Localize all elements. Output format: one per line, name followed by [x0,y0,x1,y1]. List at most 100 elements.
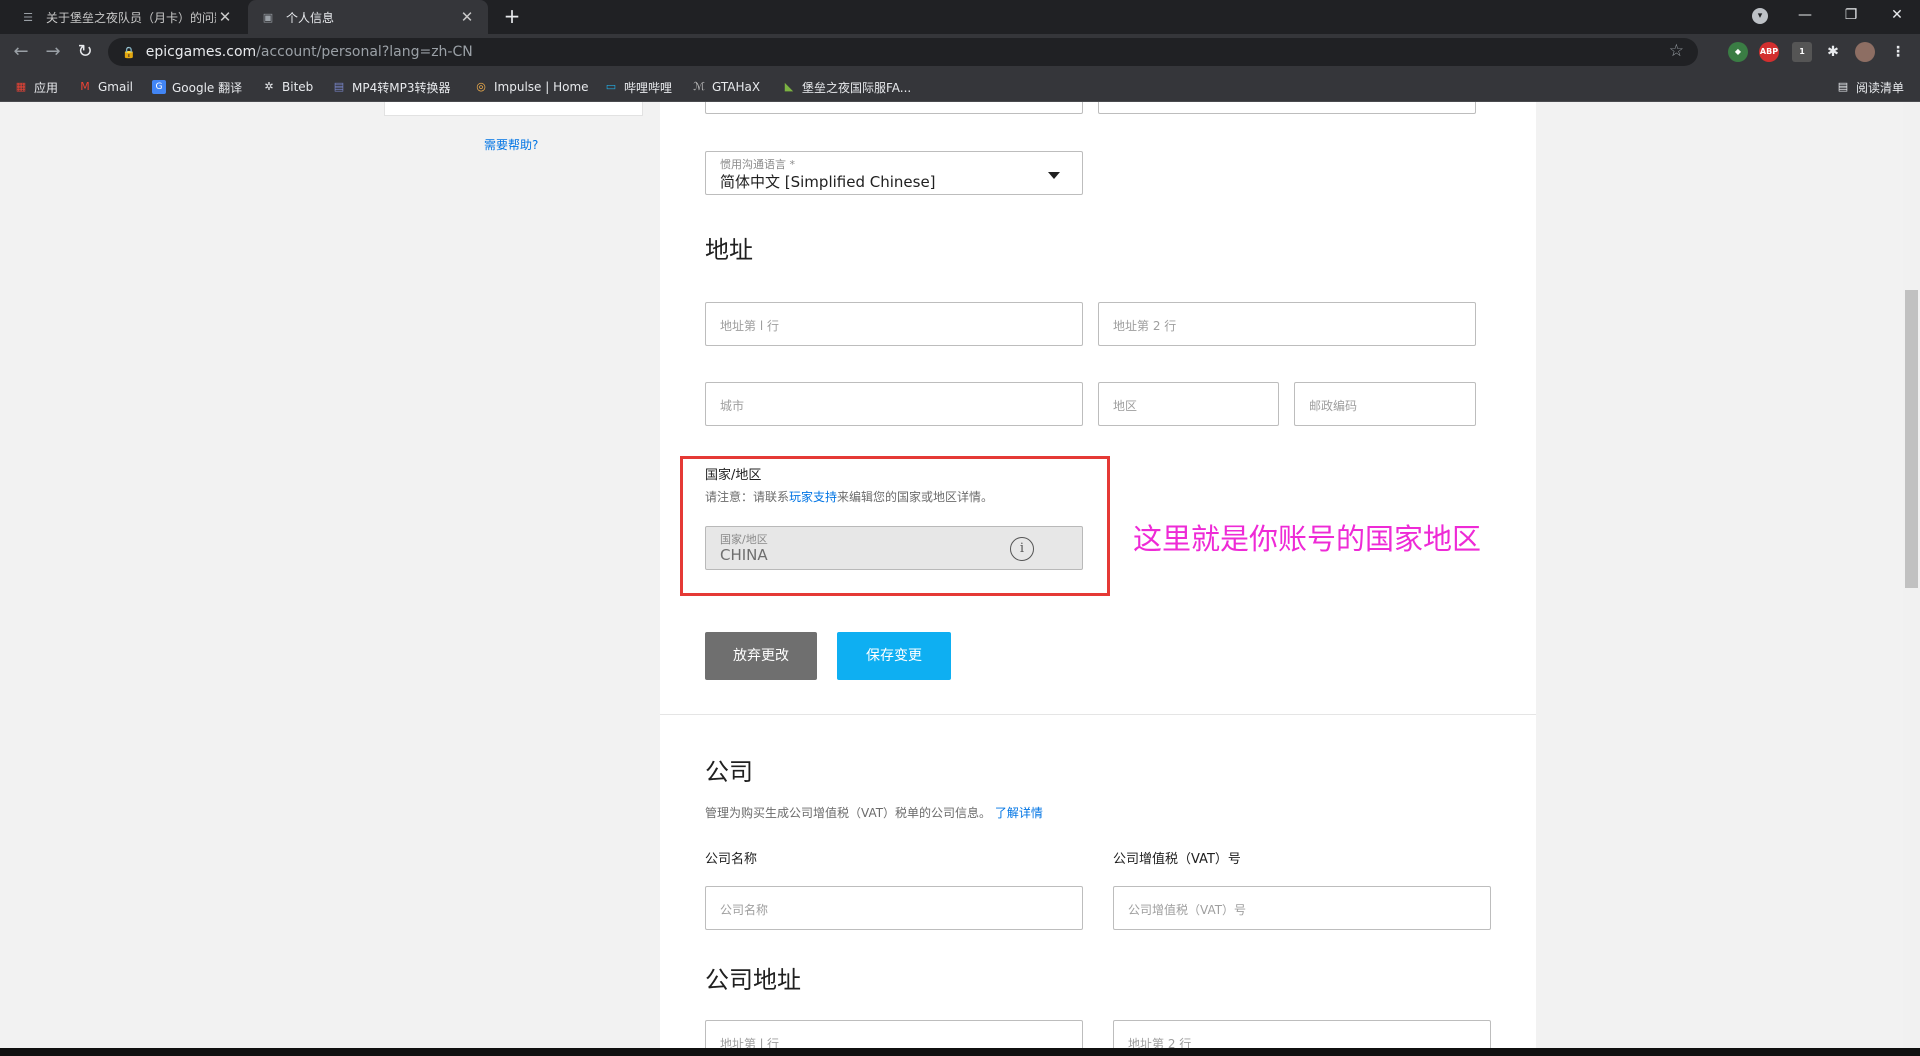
language-select[interactable]: 惯用沟通语言 * 简体中文 [Simplified Chinese] [705,151,1083,195]
gtahax-icon: ℳ [693,80,705,93]
bookmark-impulse[interactable]: ◎ Impulse | Home [474,78,589,96]
bookmark-label: 哔哩哔哩 [624,80,673,95]
company-address-line1-field[interactable]: 地址第 l 行 [705,1020,1083,1048]
language-label: 惯用沟通语言 * [720,158,795,171]
last-name-field[interactable] [1098,102,1476,114]
company-vat-placeholder: 公司增值税（VAT）号 [1128,903,1247,917]
tab-support-question[interactable]: ☰ 关于堡垒之夜队员（月卡）的问题 ✕ [8,0,246,34]
puzzle-icon[interactable]: ✱ [1823,42,1843,62]
help-link[interactable]: 需要帮助? [484,136,538,153]
window-close-icon[interactable]: ✕ [1874,0,1920,30]
bookmark-label: Biteb [282,80,314,94]
postal-code-field[interactable]: 邮政编码 [1294,382,1476,426]
company-vat-label: 公司增值税（VAT）号 [1113,852,1241,867]
bookmark-google-translate[interactable]: G Google 翻译 [152,78,242,96]
gmail-icon: M [80,80,90,93]
list-icon: ☰ [23,10,33,24]
annotation-highlight-box [680,456,1110,596]
taskbar [0,1048,1920,1056]
scrollbar-thumb[interactable] [1905,290,1918,588]
bookmark-label: 应用 [34,80,59,95]
reading-list-label: 阅读清单 [1856,80,1905,95]
close-icon[interactable]: ✕ [216,8,234,26]
tab-personal-info[interactable]: ▣ 个人信息 ✕ [248,0,488,34]
company-name-placeholder: 公司名称 [720,903,769,917]
sidebar-card [384,102,643,116]
page-content: 需要帮助? 惯用沟通语言 * 简体中文 [Simplified Chinese]… [0,102,1903,1048]
fortnite-icon: ◣ [784,80,794,93]
section-divider [660,714,1536,715]
bookmark-label: 堡垒之夜国际服FA... [802,80,912,95]
tab-title: 关于堡垒之夜队员（月卡）的问题 [46,10,216,25]
bookmark-gmail[interactable]: M Gmail [78,78,133,96]
url-path: /account/personal?lang=zh-CN [256,44,473,60]
browser-toolbar: ← → ↻ 🔒 epicgames.com /account/personal?… [0,34,1920,70]
bookmark-label: Impulse | Home [494,80,589,94]
discard-changes-button[interactable]: 放弃更改 [705,632,817,680]
bookmark-apps[interactable]: ▦ 应用 [14,78,58,96]
epic-icon: ▣ [262,10,274,24]
first-name-field[interactable] [705,102,1083,114]
bilibili-icon: ▭ [605,80,617,93]
region-field[interactable]: 地区 [1098,382,1279,426]
address-line1-field[interactable]: 地址第 l 行 [705,302,1083,346]
tab-title: 个人信息 [286,10,335,25]
extension-badge-icon[interactable]: 1 [1792,42,1812,62]
company-title: 公司 [705,758,753,786]
reading-list-icon: ▤ [1837,80,1849,93]
menu-icon[interactable]: ⋮ [1888,42,1908,62]
bookmark-mp4-mp3[interactable]: ▤ MP4转MP3转换器 [332,78,451,96]
company-note-text: 管理为购买生成公司增值税（VAT）税单的公司信息。 [705,806,992,820]
bookmark-label: MP4转MP3转换器 [352,80,451,95]
reading-list[interactable]: ▤ 阅读清单 [1836,78,1904,96]
tab-strip: ☰ 关于堡垒之夜队员（月卡）的问题 ✕ ▣ 个人信息 ✕ + ▾ — ❐ ✕ [0,0,1920,34]
biteb-icon: ✲ [264,80,274,93]
new-tab-button[interactable]: + [500,5,524,29]
company-name-field[interactable]: 公司名称 [705,886,1083,930]
bookmark-biteb[interactable]: ✲ Biteb [262,78,313,96]
bookmarks-bar: ▦ 应用 M Gmail G Google 翻译 ✲ Biteb ▤ MP4转MP3转换器… [0,70,1920,102]
address-title: 地址 [705,236,753,264]
avatar[interactable] [1855,42,1875,62]
extension-icon[interactable]: ◆ [1728,42,1748,62]
bookmark-label: Gmail [98,80,134,94]
url-host: epicgames.com [145,44,257,60]
star-icon[interactable]: ☆ [1669,41,1684,61]
company-vat-field[interactable]: 公司增值税（VAT）号 [1113,886,1491,930]
back-icon[interactable]: ← [8,40,34,64]
bookmark-gtahax[interactable]: ℳ GTAHaX [692,78,760,96]
lock-icon: 🔒 [122,45,136,59]
company-name-label: 公司名称 [705,852,758,867]
bookmark-fortnite-fa[interactable]: ◣ 堡垒之夜国际服FA... [782,78,911,96]
impulse-icon: ◎ [476,80,486,93]
address-bar[interactable]: 🔒 epicgames.com /account/personal?lang=z… [108,38,1698,66]
company-address-line2-field[interactable]: 地址第 2 行 [1113,1020,1491,1048]
annotation-text: 这里就是你账号的国家地区 [1133,522,1482,556]
bookmark-bilibili[interactable]: ▭ 哔哩哔哩 [604,78,672,96]
bookmark-label: Google 翻译 [172,80,243,95]
address-line2-placeholder: 地址第 2 行 [1113,319,1177,333]
forward-icon[interactable]: → [40,40,66,64]
address-line2-field[interactable]: 地址第 2 行 [1098,302,1476,346]
learn-more-link[interactable]: 了解详情 [995,806,1043,820]
adblock-icon[interactable]: ABP [1759,42,1779,62]
language-value: 简体中文 [Simplified Chinese] [720,173,936,191]
minimize-icon[interactable]: — [1782,0,1828,30]
page-scrollbar[interactable] [1903,102,1920,1048]
tab-search-icon[interactable]: ▾ [1752,8,1768,24]
converter-icon: ▤ [333,80,345,93]
restore-icon[interactable]: ❐ [1828,0,1874,30]
close-icon[interactable]: ✕ [458,8,476,26]
company-address-line2-placeholder: 地址第 2 行 [1128,1037,1192,1048]
save-changes-button[interactable]: 保存变更 [837,632,951,680]
company-address-title: 公司地址 [705,966,801,994]
extension-badge-count: 1 [1799,47,1805,56]
city-field[interactable]: 城市 [705,382,1083,426]
region-placeholder: 地区 [1113,399,1138,413]
apps-grid-icon: ▦ [15,80,27,93]
city-placeholder: 城市 [720,399,745,413]
reload-icon[interactable]: ↻ [72,40,98,64]
company-address-line1-placeholder: 地址第 l 行 [720,1037,779,1048]
adblock-label: ABP [1759,47,1779,56]
company-note: 管理为购买生成公司增值税（VAT）税单的公司信息。 了解详情 [705,804,1043,821]
